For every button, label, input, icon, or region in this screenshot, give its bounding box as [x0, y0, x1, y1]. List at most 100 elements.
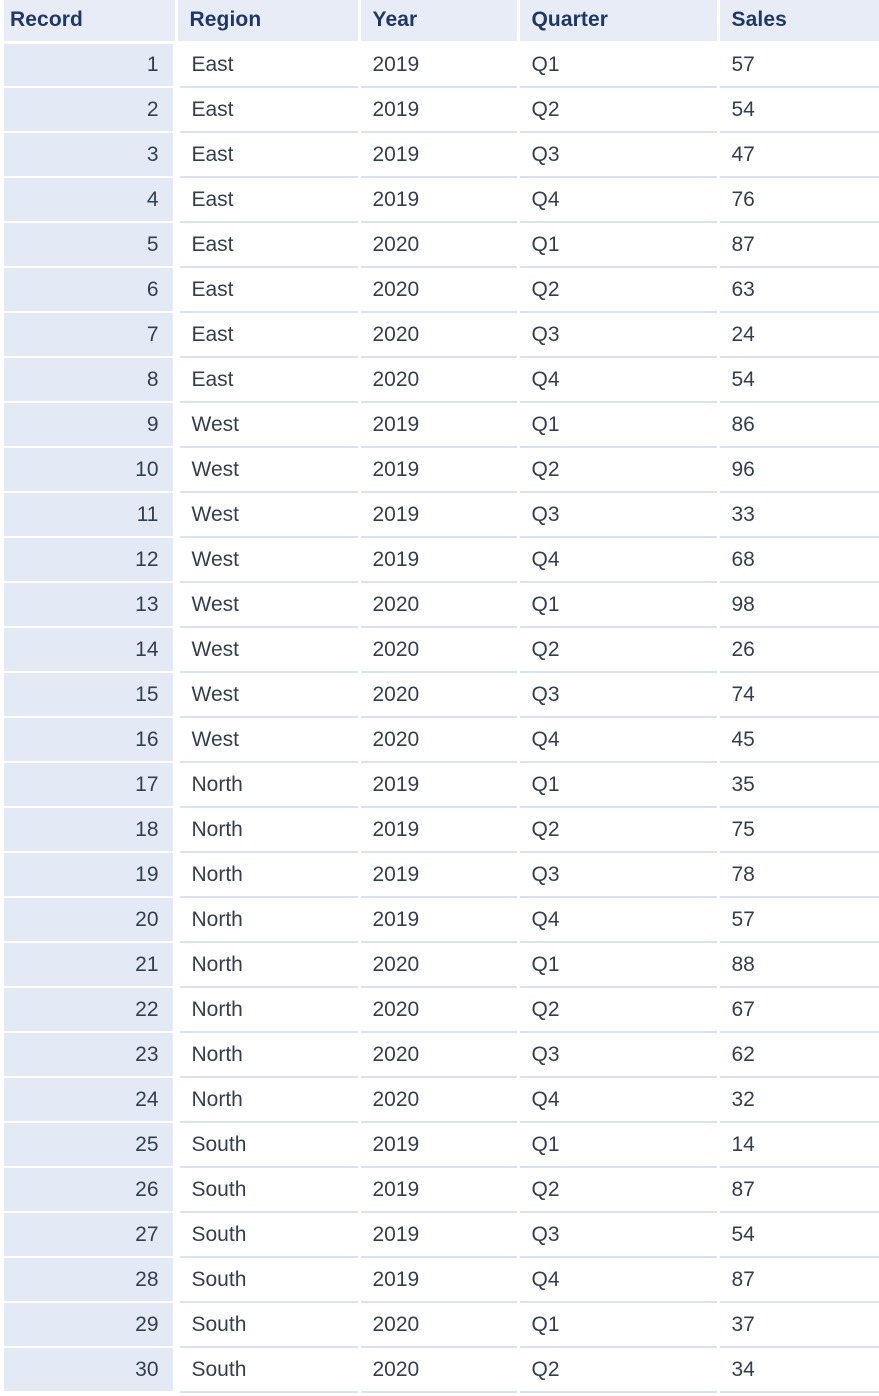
- cell-year: 2020: [359, 1302, 520, 1348]
- table-row[interactable]: 17 North 2019 Q1 35: [0, 762, 879, 808]
- cell-record: 7: [0, 312, 180, 358]
- table-row[interactable]: 14 West 2020 Q2 26: [0, 627, 879, 673]
- cell-sales: 76: [718, 177, 879, 223]
- cell-sales: 47: [718, 132, 879, 178]
- cell-record: 15: [0, 672, 180, 718]
- cell-sales: 54: [718, 1212, 879, 1258]
- cell-sales: 35: [718, 762, 879, 808]
- cell-quarter: Q1: [518, 942, 720, 988]
- table-row[interactable]: 15 West 2020 Q3 74: [0, 672, 879, 718]
- cell-quarter: Q4: [518, 537, 720, 583]
- table-row[interactable]: 7 East 2020 Q3 24: [0, 312, 879, 358]
- cell-region: East: [176, 222, 361, 268]
- cell-year: 2019: [359, 762, 520, 808]
- table-row[interactable]: 12 West 2019 Q4 68: [0, 537, 879, 583]
- cell-sales: 34: [718, 1347, 879, 1393]
- cell-quarter: Q2: [518, 627, 720, 673]
- table-row[interactable]: 22 North 2020 Q2 67: [0, 987, 879, 1033]
- table-row[interactable]: 19 North 2019 Q3 78: [0, 852, 879, 898]
- cell-quarter: Q3: [518, 1212, 720, 1258]
- cell-record: 23: [0, 1032, 180, 1078]
- cell-record: 24: [0, 1077, 180, 1123]
- cell-region: North: [176, 1077, 361, 1123]
- table-row[interactable]: 30 South 2020 Q2 34: [0, 1347, 879, 1393]
- cell-region: South: [176, 1347, 361, 1393]
- table-row[interactable]: 10 West 2019 Q2 96: [0, 447, 879, 493]
- column-header-quarter[interactable]: Quarter: [518, 0, 720, 42]
- cell-region: North: [176, 1032, 361, 1078]
- table-row[interactable]: 29 South 2020 Q1 37: [0, 1302, 879, 1348]
- cell-region: East: [176, 87, 361, 133]
- table-row[interactable]: 21 North 2020 Q1 88: [0, 942, 879, 988]
- cell-record: 8: [0, 357, 180, 403]
- table-row[interactable]: 26 South 2019 Q2 87: [0, 1167, 879, 1213]
- cell-record: 1: [0, 42, 180, 88]
- cell-sales: 96: [718, 447, 879, 493]
- table-row[interactable]: 5 East 2020 Q1 87: [0, 222, 879, 268]
- table-row[interactable]: 24 North 2020 Q4 32: [0, 1077, 879, 1123]
- cell-region: North: [176, 987, 361, 1033]
- table-row[interactable]: 13 West 2020 Q1 98: [0, 582, 879, 628]
- table-row[interactable]: 4 East 2019 Q4 76: [0, 177, 879, 223]
- cell-region: East: [176, 132, 361, 178]
- cell-record: 29: [0, 1302, 180, 1348]
- cell-region: West: [176, 402, 361, 448]
- table-row[interactable]: 9 West 2019 Q1 86: [0, 402, 879, 448]
- table-body: 1 East 2019 Q1 57 2 East 2019 Q2 54 3 East 2019 Q3 47 4…: [0, 42, 879, 1393]
- cell-region: South: [176, 1212, 361, 1258]
- column-header-region[interactable]: Region: [176, 0, 361, 42]
- table-row[interactable]: 25 South 2019 Q1 14: [0, 1122, 879, 1168]
- cell-sales: 78: [718, 852, 879, 898]
- cell-region: South: [176, 1167, 361, 1213]
- table-row[interactable]: 20 North 2019 Q4 57: [0, 897, 879, 943]
- cell-region: South: [176, 1257, 361, 1303]
- cell-record: 3: [0, 132, 180, 178]
- cell-region: West: [176, 627, 361, 673]
- column-header-sales[interactable]: Sales: [718, 0, 879, 42]
- cell-quarter: Q2: [518, 1347, 720, 1393]
- table-row[interactable]: 16 West 2020 Q4 45: [0, 717, 879, 763]
- cell-sales: 32: [718, 1077, 879, 1123]
- cell-region: North: [176, 942, 361, 988]
- cell-year: 2020: [359, 582, 520, 628]
- cell-record: 28: [0, 1257, 180, 1303]
- cell-record: 5: [0, 222, 180, 268]
- table-row[interactable]: 8 East 2020 Q4 54: [0, 357, 879, 403]
- cell-record: 9: [0, 402, 180, 448]
- cell-quarter: Q2: [518, 987, 720, 1033]
- cell-year: 2019: [359, 897, 520, 943]
- cell-quarter: Q3: [518, 672, 720, 718]
- cell-quarter: Q4: [518, 177, 720, 223]
- cell-quarter: Q2: [518, 87, 720, 133]
- cell-year: 2020: [359, 1032, 520, 1078]
- table-row[interactable]: 3 East 2019 Q3 47: [0, 132, 879, 178]
- table-row[interactable]: 27 South 2019 Q3 54: [0, 1212, 879, 1258]
- table-row[interactable]: 11 West 2019 Q3 33: [0, 492, 879, 538]
- cell-sales: 62: [718, 1032, 879, 1078]
- cell-region: North: [176, 897, 361, 943]
- table-row[interactable]: 23 North 2020 Q3 62: [0, 1032, 879, 1078]
- column-header-record[interactable]: Record: [0, 0, 178, 42]
- cell-region: West: [176, 492, 361, 538]
- column-header-year[interactable]: Year: [359, 0, 520, 42]
- cell-sales: 87: [718, 222, 879, 268]
- cell-record: 19: [0, 852, 180, 898]
- cell-sales: 37: [718, 1302, 879, 1348]
- table-row[interactable]: 18 North 2019 Q2 75: [0, 807, 879, 853]
- table-row[interactable]: 1 East 2019 Q1 57: [0, 42, 879, 88]
- cell-region: South: [176, 1122, 361, 1168]
- cell-region: East: [176, 357, 361, 403]
- cell-quarter: Q1: [518, 582, 720, 628]
- cell-year: 2020: [359, 627, 520, 673]
- cell-region: West: [176, 672, 361, 718]
- table-row[interactable]: 2 East 2019 Q2 54: [0, 87, 879, 133]
- cell-record: 13: [0, 582, 180, 628]
- cell-quarter: Q3: [518, 852, 720, 898]
- cell-year: 2020: [359, 987, 520, 1033]
- table-row[interactable]: 28 South 2019 Q4 87: [0, 1257, 879, 1303]
- cell-quarter: Q4: [518, 897, 720, 943]
- cell-sales: 24: [718, 312, 879, 358]
- cell-sales: 33: [718, 492, 879, 538]
- cell-year: 2019: [359, 1167, 520, 1213]
- table-row[interactable]: 6 East 2020 Q2 63: [0, 267, 879, 313]
